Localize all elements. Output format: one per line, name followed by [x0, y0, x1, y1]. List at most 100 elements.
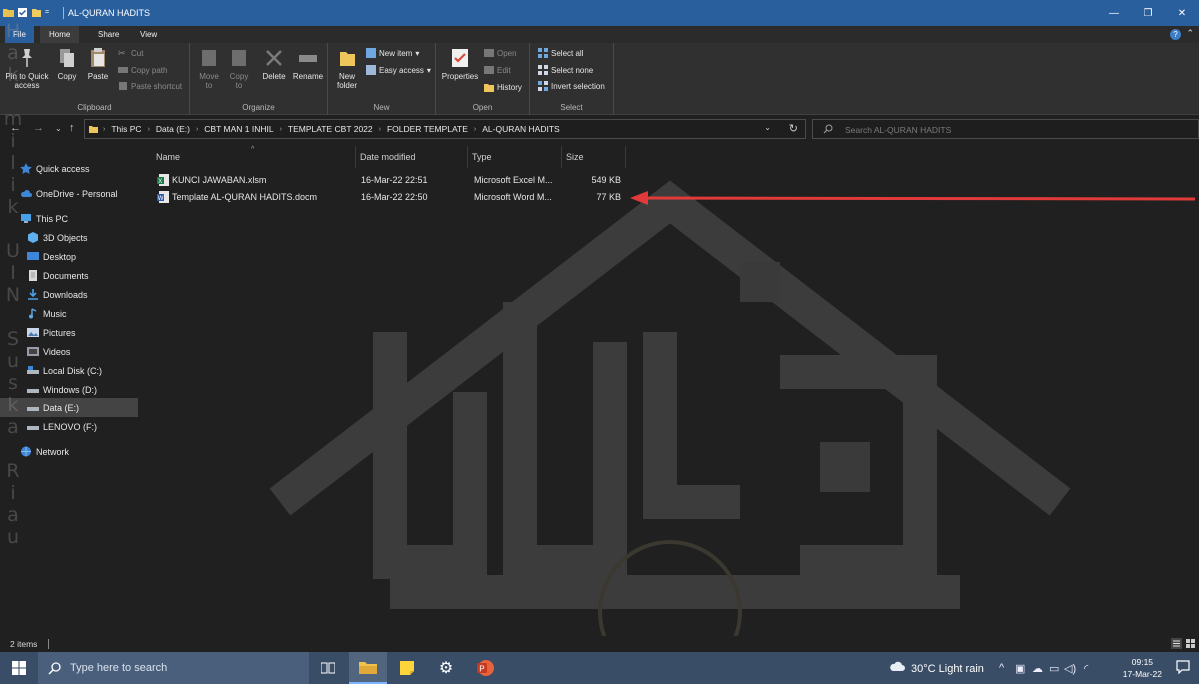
address-bar[interactable]: › This PC › Data (E:) › CBT MAN 1 INHIL … — [84, 119, 806, 139]
breadcrumb: › This PC › Data (E:) › CBT MAN 1 INHIL … — [89, 124, 563, 134]
move-to-label: Move to — [199, 72, 219, 90]
clock-date: 17-Mar-22 — [1122, 669, 1162, 679]
edit-label: Edit — [497, 65, 511, 75]
new-item-label: New item — [379, 48, 413, 58]
chevron-down-icon: ▾ — [426, 65, 431, 75]
volume-icon[interactable]: ◁) — [1064, 662, 1076, 675]
sidebar-item-label: Music — [43, 308, 67, 319]
address-dropdown-icon[interactable]: ⌄ — [764, 123, 771, 132]
chevron-down-icon: ▾ — [415, 48, 420, 58]
refresh-icon[interactable]: ↻ — [789, 122, 798, 135]
minimize-button[interactable]: — — [1097, 0, 1131, 26]
cut-button[interactable]: ✂ Cut — [118, 48, 143, 58]
easy-access-button[interactable]: Easy access ▾ — [366, 65, 431, 75]
select-none-button[interactable]: Select none — [538, 65, 593, 75]
recent-locations-icon[interactable]: ⌄ — [55, 124, 62, 133]
select-none-label: Select none — [551, 65, 594, 75]
details-view-icon[interactable] — [1171, 638, 1182, 649]
help-icon[interactable]: ? — [1170, 29, 1181, 40]
taskbar-search-placeholder: Type here to search — [70, 662, 168, 674]
new-item-button[interactable]: New item ▾ — [366, 48, 419, 58]
onedrive-cloud-icon[interactable]: ☁ — [1032, 662, 1043, 675]
breadcrumb-folder-template[interactable]: FOLDER TEMPLATE — [384, 124, 471, 134]
downloads-icon — [28, 289, 38, 300]
invert-selection-button[interactable]: Invert selection — [538, 81, 605, 91]
move-to-button[interactable]: Move to — [196, 47, 222, 90]
sticky-notes-taskbar-button[interactable] — [388, 652, 426, 684]
settings-taskbar-button[interactable]: ⚙ — [427, 652, 465, 684]
copy-to-button[interactable]: Copy to — [226, 47, 252, 90]
open-icon — [484, 49, 494, 57]
tab-share[interactable]: Share — [89, 26, 128, 43]
new-folder-button[interactable]: New folder — [332, 47, 362, 90]
tab-home[interactable]: Home — [40, 26, 80, 43]
new-folder-label: New folder — [336, 72, 357, 90]
delete-button[interactable]: Delete — [260, 47, 288, 81]
properties-button[interactable]: Properties — [440, 47, 480, 81]
select-all-button[interactable]: Select all — [538, 48, 583, 58]
start-button[interactable] — [0, 652, 38, 684]
properties-check-icon[interactable] — [17, 7, 28, 18]
open-button[interactable]: Open — [484, 48, 517, 58]
sidebar-item-label: Network — [36, 446, 70, 457]
powerpoint-icon: P — [477, 660, 494, 676]
breadcrumb-data-e[interactable]: Data (E:) — [153, 124, 193, 134]
weather-rain-cloud-icon[interactable] — [889, 661, 905, 673]
open-label: Open — [497, 48, 517, 58]
sidebar-item-label: Downloads — [43, 289, 88, 300]
ribbon-collapse-icon[interactable]: ⌃ — [1186, 28, 1194, 39]
new-folder-icon[interactable] — [31, 7, 42, 18]
clock[interactable]: 09:15 17-Mar-22 — [1123, 656, 1162, 680]
up-arrow-icon[interactable]: ↑ — [69, 122, 75, 134]
taskbar-search-input[interactable]: Type here to search — [38, 652, 309, 684]
taskbar: Type here to search ⚙ P 30°C Light rain … — [0, 652, 1199, 684]
invert-selection-icon — [538, 81, 548, 91]
drive-icon — [27, 426, 39, 430]
paste-button[interactable]: Paste — [84, 47, 112, 81]
videos-icon — [27, 347, 39, 356]
restore-button[interactable]: ❐ — [1131, 0, 1165, 26]
large-icons-view-icon[interactable] — [1185, 638, 1196, 649]
notification-center-icon[interactable] — [1176, 660, 1190, 674]
search-input[interactable]: Search AL-QURAN HADITS — [812, 119, 1199, 139]
weather-text[interactable]: 30°C Light rain — [911, 663, 984, 675]
status-separator — [48, 639, 49, 649]
forward-arrow-icon[interactable]: → — [33, 122, 44, 134]
breadcrumb-template-cbt[interactable]: TEMPLATE CBT 2022 — [285, 124, 376, 134]
new-item-icon — [366, 48, 376, 58]
edit-icon — [484, 66, 494, 74]
file-explorer-taskbar-button[interactable] — [349, 652, 387, 684]
clipboard-group-label: Clipboard — [77, 103, 112, 112]
edit-button[interactable]: Edit — [484, 65, 511, 75]
copy-label: Copy — [57, 72, 77, 81]
organize-group-label: Organize — [242, 103, 275, 112]
close-button[interactable]: ✕ — [1165, 0, 1199, 26]
desktop-icon — [27, 252, 39, 260]
wifi-icon[interactable]: ◜ — [1084, 662, 1088, 675]
ribbon-tabs: File Home Share View ⌃ ? — [0, 26, 1199, 43]
paste-label: Paste — [87, 72, 109, 81]
copy-button[interactable]: Copy — [54, 47, 80, 81]
history-button[interactable]: History — [484, 82, 522, 92]
tab-view[interactable]: View — [131, 26, 166, 43]
copy-path-label: Copy path — [131, 65, 168, 75]
breadcrumb-cbt-man[interactable]: CBT MAN 1 INHIL — [201, 124, 276, 134]
task-view-button[interactable] — [309, 652, 347, 684]
battery-icon[interactable]: ▭ — [1049, 662, 1059, 675]
powerpoint-taskbar-button[interactable]: P — [466, 652, 504, 684]
paste-shortcut-button[interactable]: Paste shortcut — [118, 81, 182, 91]
address-row: ← → ⌄ ↑ › This PC › Data (E:) › CBT MAN … — [0, 116, 1199, 142]
paste-icon — [91, 48, 105, 67]
copy-to-icon — [232, 50, 246, 66]
vertical-watermark-text: Hak milik UIN Suska Riau — [2, 20, 24, 548]
qat-dropdown-icon[interactable]: = — [45, 9, 49, 16]
copy-path-icon — [118, 67, 128, 73]
select-none-icon — [538, 65, 548, 75]
tray-app-icon[interactable]: ▣ — [1015, 662, 1025, 675]
breadcrumb-al-quran-hadits[interactable]: AL-QURAN HADITS — [479, 124, 562, 134]
cut-label: Cut — [131, 48, 144, 58]
breadcrumb-this-pc[interactable]: This PC — [108, 124, 144, 134]
copy-path-button[interactable]: Copy path — [118, 65, 167, 75]
chevron-up-icon[interactable]: ^ — [999, 662, 1004, 674]
rename-button[interactable]: Rename — [292, 47, 324, 81]
